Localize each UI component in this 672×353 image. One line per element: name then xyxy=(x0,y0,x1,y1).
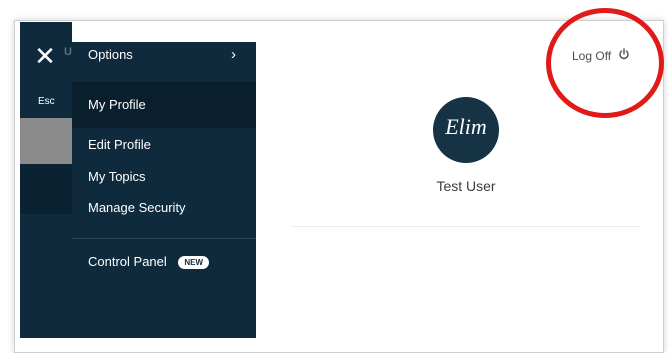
menu-item-label: My Topics xyxy=(88,169,146,184)
user-name: Test User xyxy=(436,178,496,194)
strip-gray-block xyxy=(20,118,72,164)
menu-item-manage-security[interactable]: Manage Security xyxy=(72,197,256,219)
strip-dark-block xyxy=(20,164,72,214)
close-hint: Esc xyxy=(38,96,55,107)
menu-divider xyxy=(72,238,256,239)
avatar-logo-text: Elim xyxy=(445,114,487,139)
new-badge: NEW xyxy=(178,256,210,270)
menu-item-edit-profile[interactable]: Edit Profile xyxy=(72,134,256,156)
left-strip: ✕ Esc UR xyxy=(20,22,80,338)
menu-item-control-panel[interactable]: Control Panel NEW xyxy=(72,251,256,273)
menu-item-options[interactable]: Options › xyxy=(72,44,256,66)
menu-item-my-topics[interactable]: My Topics xyxy=(72,166,256,188)
menu-item-label: Options xyxy=(88,47,133,62)
content-divider xyxy=(290,226,640,227)
menu-item-label: Manage Security xyxy=(88,200,186,215)
menu-item-label: My Profile xyxy=(88,97,146,112)
menu-item-label: Control Panel xyxy=(88,254,167,269)
sidebar-menu: Options › My Profile Edit Profile My Top… xyxy=(72,42,256,338)
avatar: Elim xyxy=(433,97,499,163)
close-icon[interactable]: ✕ xyxy=(32,44,58,70)
menu-item-my-profile[interactable]: My Profile xyxy=(72,94,256,116)
chevron-right-icon: › xyxy=(231,46,236,63)
menu-item-label: Edit Profile xyxy=(88,137,151,152)
highlight-circle xyxy=(546,8,664,118)
